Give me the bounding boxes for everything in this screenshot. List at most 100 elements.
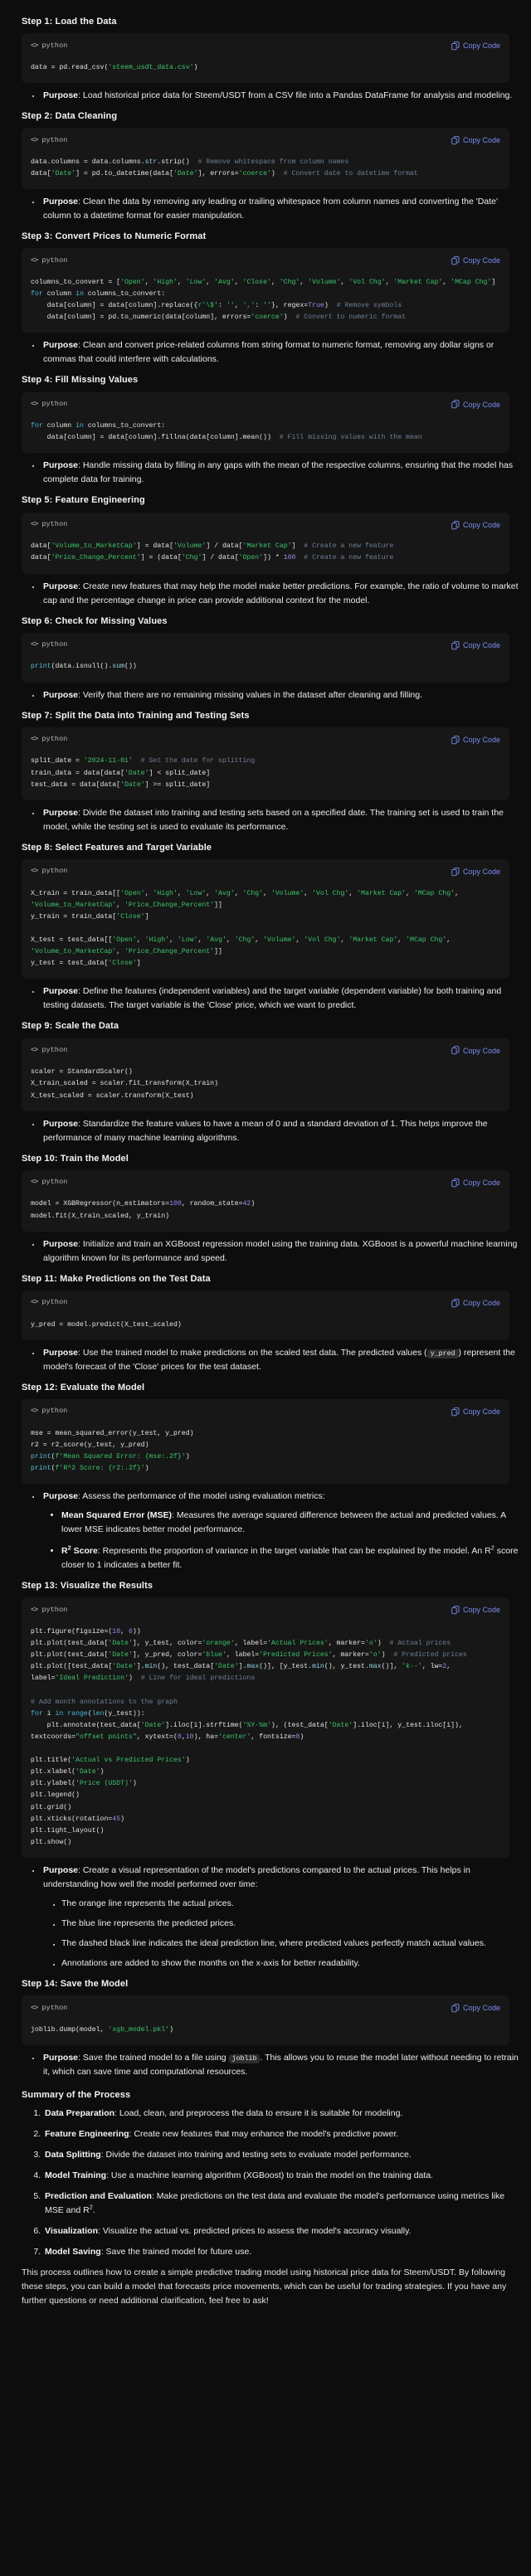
copy-code-label: Copy Code bbox=[462, 2004, 500, 2013]
summary-item-label: Data Preparation bbox=[45, 2108, 115, 2119]
code-brackets-icon: <> bbox=[31, 1407, 38, 1416]
list-item: Purpose: Handle missing data by filling … bbox=[41, 459, 521, 487]
code-content[interactable]: print(data.isnull().sum()) bbox=[22, 656, 509, 682]
code-language-label: <> python bbox=[31, 1406, 67, 1417]
list-item: Purpose: Save the trained model to a fil… bbox=[41, 2051, 521, 2079]
copy-code-button[interactable]: Copy Code bbox=[451, 866, 500, 878]
code-language-text: python bbox=[41, 867, 68, 876]
purpose-text: : Create new features that may help the … bbox=[43, 581, 519, 605]
code-block: <> python Copy Code scaler = StandardScaler… bbox=[22, 1038, 509, 1111]
copy-code-button[interactable]: Copy Code bbox=[451, 1045, 500, 1057]
purpose-list: Purpose: Use the trained model to make p… bbox=[10, 1346, 521, 1374]
code-block: <> python Copy Code X_train = train_data[['… bbox=[22, 859, 509, 979]
code-brackets-icon: <> bbox=[31, 520, 38, 529]
copy-code-label: Copy Code bbox=[462, 256, 500, 265]
code-block: <> python Copy Code model = XGBRegressor(n_… bbox=[22, 1169, 509, 1232]
purpose-label: Purpose bbox=[43, 460, 79, 471]
code-block: <> python Copy Code mse = mean_squared_erro… bbox=[22, 1398, 509, 1484]
code-content[interactable]: joblib.dump(model, 'xgb_model.pkl') bbox=[22, 2019, 509, 2045]
copy-code-label: Copy Code bbox=[462, 735, 500, 744]
purpose-label: Purpose bbox=[43, 581, 79, 591]
list-item: Purpose: Verify that there are no remain… bbox=[41, 688, 521, 702]
code-brackets-icon: <> bbox=[31, 2003, 38, 2012]
code-block: <> python Copy Code data['Volume_to_MarketC… bbox=[22, 512, 509, 574]
clipboard-icon bbox=[451, 867, 460, 877]
list-item: The blue line represents the predicted p… bbox=[61, 1917, 521, 1931]
copy-code-button[interactable]: Copy Code bbox=[451, 519, 500, 532]
list-item: R2 Score: Represents the proportion of v… bbox=[61, 1544, 521, 1572]
metric-list: Mean Squared Error (MSE): Measures the a… bbox=[43, 1509, 521, 1572]
code-content[interactable]: split_date = '2024-11-01' # Set the date… bbox=[22, 751, 509, 800]
list-item: Purpose: Define the features (independen… bbox=[41, 984, 521, 1013]
code-block: <> python Copy Code y_pred = model.predict(… bbox=[22, 1290, 509, 1340]
code-language-label: <> python bbox=[31, 1045, 67, 1057]
purpose-label: Purpose bbox=[43, 689, 79, 700]
list-item: Purpose: Create a visual representation … bbox=[41, 1864, 521, 1971]
code-block-header: <> python Copy Code bbox=[22, 1597, 509, 1621]
copy-code-button[interactable]: Copy Code bbox=[451, 255, 500, 267]
copy-code-button[interactable]: Copy Code bbox=[451, 40, 500, 52]
summary-item-label: Prediction and Evaluation bbox=[45, 2191, 152, 2202]
code-content[interactable]: data['Volume_to_MarketCap'] = data['Volu… bbox=[22, 536, 509, 573]
code-brackets-icon: <> bbox=[31, 1605, 38, 1614]
purpose-list: Purpose: Initialize and train an XGBoost… bbox=[10, 1237, 521, 1266]
copy-code-label: Copy Code bbox=[462, 1299, 500, 1307]
code-language-text: python bbox=[41, 640, 68, 649]
copy-code-button[interactable]: Copy Code bbox=[451, 1297, 500, 1310]
list-item: Model Saving: Save the trained model for… bbox=[43, 2245, 521, 2259]
code-language-text: python bbox=[41, 1178, 68, 1187]
copy-code-button[interactable]: Copy Code bbox=[451, 399, 500, 411]
purpose-label: Purpose bbox=[43, 1118, 79, 1129]
code-language-label: <> python bbox=[31, 1297, 67, 1309]
summary-item-label: Visualization bbox=[45, 2226, 98, 2237]
code-block-header: <> python Copy Code bbox=[22, 727, 509, 751]
copy-code-button[interactable]: Copy Code bbox=[451, 2002, 500, 2015]
list-item: Purpose: Assess the performance of the m… bbox=[41, 1490, 521, 1572]
code-content[interactable]: mse = mean_squared_error(y_test, y_pred)… bbox=[22, 1423, 509, 1484]
code-content[interactable]: data = pd.read_csv('steem_usdt_data.csv'… bbox=[22, 57, 509, 83]
summary-item-text: : Save the trained model for future use. bbox=[100, 2247, 252, 2258]
code-content[interactable]: data.columns = data.columns.str.strip() … bbox=[22, 152, 509, 189]
code-content[interactable]: model = XGBRegressor(n_estimators=100, r… bbox=[22, 1193, 509, 1231]
clipboard-icon bbox=[451, 735, 460, 745]
code-content[interactable]: plt.figure(figsize=(10, 6)) plt.plot(tes… bbox=[22, 1621, 509, 1858]
code-content[interactable]: X_train = train_data[['Open', 'High', 'L… bbox=[22, 883, 509, 979]
code-block-header: <> python Copy Code bbox=[22, 128, 509, 152]
copy-code-button[interactable]: Copy Code bbox=[451, 734, 500, 746]
purpose-list: Purpose: Clean and convert price-related… bbox=[10, 338, 521, 367]
copy-code-button[interactable]: Copy Code bbox=[451, 134, 500, 147]
note-list: The orange line represents the actual pr… bbox=[43, 1897, 521, 1971]
code-language-label: <> python bbox=[31, 135, 67, 147]
list-item: The orange line represents the actual pr… bbox=[61, 1897, 521, 1911]
clipboard-icon bbox=[451, 400, 460, 409]
code-language-label: <> python bbox=[31, 1177, 67, 1188]
code-block-header: <> python Copy Code bbox=[22, 632, 509, 657]
code-block: <> python Copy Code data = pd.read_csv('ste… bbox=[22, 33, 509, 83]
code-brackets-icon: <> bbox=[31, 41, 38, 50]
copy-code-label: Copy Code bbox=[462, 868, 500, 877]
code-content[interactable]: columns_to_convert = ['Open', 'High', 'L… bbox=[22, 272, 509, 333]
purpose-text: : Save the trained model to a file using… bbox=[43, 2052, 519, 2077]
copy-code-button[interactable]: Copy Code bbox=[451, 1604, 500, 1616]
code-language-label: <> python bbox=[31, 519, 67, 531]
clipboard-icon bbox=[451, 41, 460, 51]
list-item: Feature Engineering: Create new features… bbox=[43, 2127, 521, 2141]
code-language-text: python bbox=[41, 400, 68, 409]
step-heading: Step 7: Split the Data into Training and… bbox=[22, 710, 250, 721]
copy-code-label: Copy Code bbox=[462, 136, 500, 145]
list-item: Purpose: Divide the dataset into trainin… bbox=[41, 806, 521, 834]
copy-code-button[interactable]: Copy Code bbox=[451, 1177, 500, 1189]
list-item: Prediction and Evaluation: Make predicti… bbox=[43, 2190, 521, 2218]
code-content[interactable]: for column in columns_to_convert: data[c… bbox=[22, 416, 509, 453]
purpose-list: Purpose: Create new features that may he… bbox=[10, 580, 521, 608]
purpose-text: : Handle missing data by filling in any … bbox=[43, 460, 514, 485]
metric-text: : Represents the proportion of variance … bbox=[61, 1543, 519, 1570]
code-content[interactable]: y_pred = model.predict(X_test_scaled) bbox=[22, 1315, 509, 1340]
code-block-header: <> python Copy Code bbox=[22, 248, 509, 272]
purpose-list: Purpose: Standardize the feature values … bbox=[10, 1117, 521, 1145]
code-brackets-icon: <> bbox=[31, 735, 38, 744]
copy-code-button[interactable]: Copy Code bbox=[451, 639, 500, 652]
code-content[interactable]: scaler = StandardScaler() X_train_scaled… bbox=[22, 1062, 509, 1111]
copy-code-button[interactable]: Copy Code bbox=[451, 1406, 500, 1418]
purpose-text: : Clean the data by removing any leading… bbox=[43, 197, 498, 221]
